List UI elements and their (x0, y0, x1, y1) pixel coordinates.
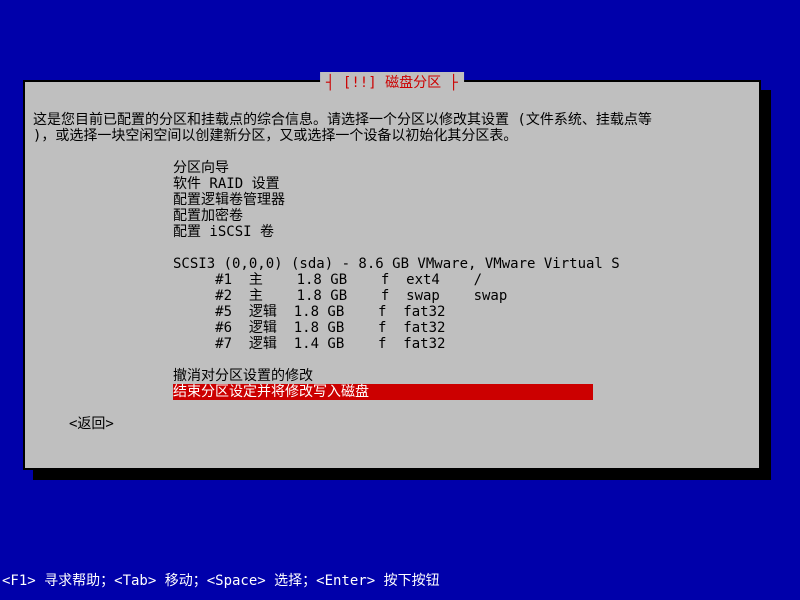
dialog-content: 这是您目前已配置的分区和挂载点的综合信息。请选择一个分区以修改其设置 (文件系统… (25, 82, 759, 442)
menu-raid[interactable]: 软件 RAID 设置 (173, 176, 751, 192)
footer-help: <F1> 寻求帮助；<Tab> 移动；<Space> 选择；<Enter> 按下… (2, 570, 440, 590)
partition-dialog: ┤ [!!] 磁盘分区 ├ 这是您目前已配置的分区和挂载点的综合信息。请选择一个… (23, 80, 761, 470)
partition-6[interactable]: #6 逻辑 1.8 GB f fat32 (173, 320, 751, 336)
menu-lvm[interactable]: 配置逻辑卷管理器 (173, 192, 751, 208)
finish-partitioning[interactable]: 结束分区设定并将修改写入磁盘 (173, 384, 593, 400)
disk-header[interactable]: SCSI3 (0,0,0) (sda) - 8.6 GB VMware, VMw… (173, 256, 751, 272)
description-text: 这是您目前已配置的分区和挂载点的综合信息。请选择一个分区以修改其设置 (文件系统… (33, 112, 751, 144)
dialog-title: ┤ [!!] 磁盘分区 ├ (320, 72, 464, 92)
menu-encrypt[interactable]: 配置加密卷 (173, 208, 751, 224)
partition-2[interactable]: #2 主 1.8 GB f swap swap (173, 288, 751, 304)
disk-section: SCSI3 (0,0,0) (sda) - 8.6 GB VMware, VMw… (173, 256, 751, 352)
partition-1[interactable]: #1 主 1.8 GB f ext4 / (173, 272, 751, 288)
undo-changes[interactable]: 撤消对分区设置的修改 (173, 368, 751, 384)
menu-guided[interactable]: 分区向导 (173, 160, 751, 176)
partition-5[interactable]: #5 逻辑 1.8 GB f fat32 (173, 304, 751, 320)
back-button[interactable]: <返回> (69, 416, 751, 432)
config-menu: 分区向导 软件 RAID 设置 配置逻辑卷管理器 配置加密卷 配置 iSCSI … (173, 160, 751, 240)
action-menu: 撤消对分区设置的修改 结束分区设定并将修改写入磁盘 (173, 368, 751, 400)
partition-7[interactable]: #7 逻辑 1.4 GB f fat32 (173, 336, 751, 352)
menu-iscsi[interactable]: 配置 iSCSI 卷 (173, 224, 751, 240)
